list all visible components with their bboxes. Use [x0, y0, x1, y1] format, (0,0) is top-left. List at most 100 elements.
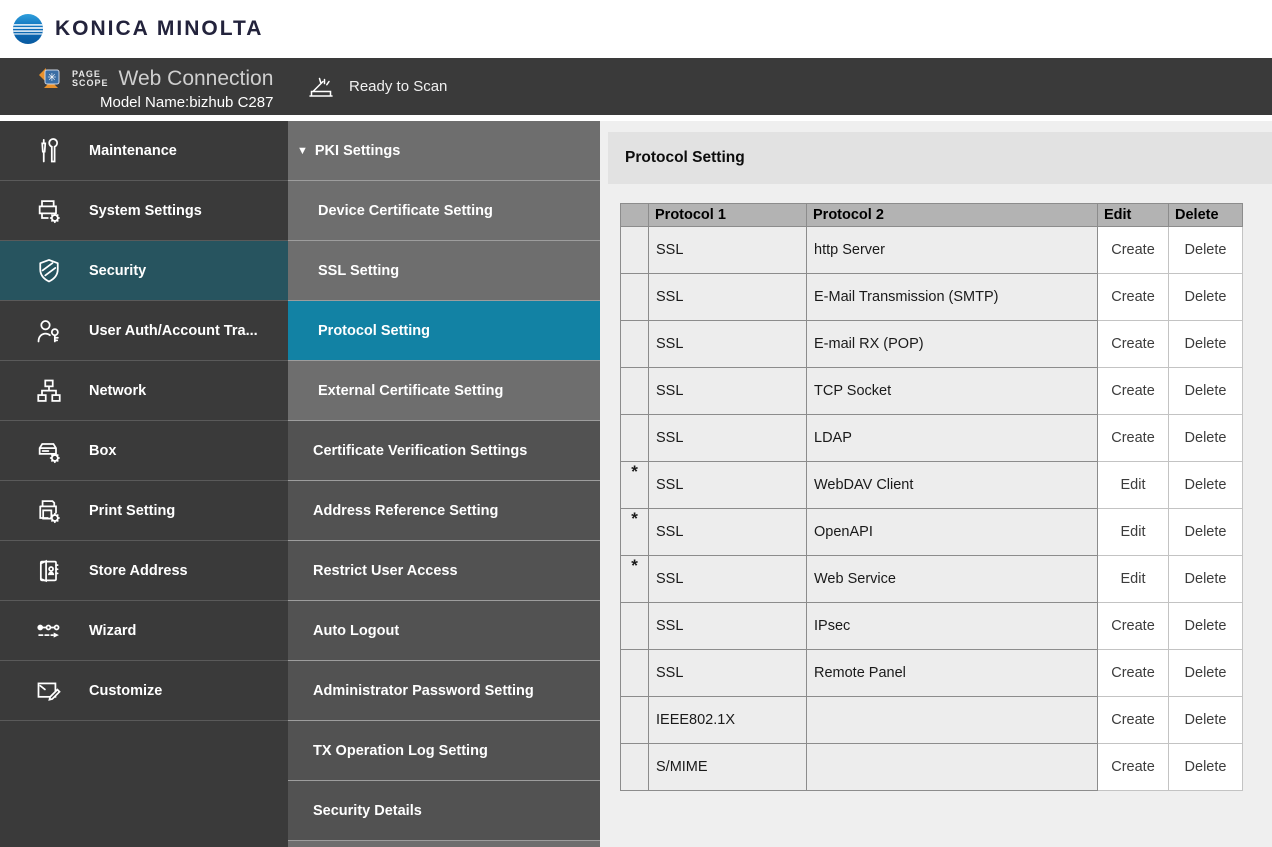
device-status: Ready to Scan	[306, 58, 447, 115]
table-row: * SSL WebDAV Client Edit Delete	[621, 462, 1243, 509]
submenu-item-external-certificate-setting[interactable]: External Certificate Setting	[288, 361, 600, 421]
row-flag: *	[621, 462, 649, 509]
delete-button[interactable]: Delete	[1169, 415, 1243, 462]
protocol1-cell: IEEE802.1X	[649, 697, 807, 744]
row-flag	[621, 368, 649, 415]
protocol2-cell	[807, 697, 1098, 744]
sidebar-item-wizard[interactable]: Wizard	[0, 601, 288, 661]
submenu-item-restrict-user-access[interactable]: Restrict User Access	[288, 541, 600, 601]
create-button[interactable]: Create	[1098, 744, 1169, 791]
delete-button[interactable]: Delete	[1169, 321, 1243, 368]
table-row: SSL LDAP Create Delete	[621, 415, 1243, 462]
submenu-item-label: TX Operation Log Setting	[313, 743, 488, 759]
protocol2-cell: Web Service	[807, 556, 1098, 603]
create-button[interactable]: Create	[1098, 415, 1169, 462]
edit-button[interactable]: Edit	[1098, 556, 1169, 603]
submenu-item-tx-operation-log-setting[interactable]: TX Operation Log Setting	[288, 721, 600, 781]
col-header-edit: Edit	[1098, 204, 1169, 227]
protocol2-cell: E-mail RX (POP)	[807, 321, 1098, 368]
edit-button[interactable]: Edit	[1098, 462, 1169, 509]
delete-button[interactable]: Delete	[1169, 462, 1243, 509]
submenu-item-label: Protocol Setting	[318, 323, 430, 339]
sidebar-item-customize[interactable]: Customize	[0, 661, 288, 721]
delete-button[interactable]: Delete	[1169, 227, 1243, 274]
sidebar-item-system-settings[interactable]: System Settings	[0, 181, 288, 241]
delete-button[interactable]: Delete	[1169, 603, 1243, 650]
sidebar-item-box[interactable]: Box	[0, 421, 288, 481]
submenu-item-label: External Certificate Setting	[318, 383, 503, 399]
protocol1-cell: SSL	[649, 509, 807, 556]
protocol1-cell: SSL	[649, 650, 807, 697]
content-zone: Maintenance System Settings Security	[0, 121, 1272, 847]
submenu-item-device-certificate-setting[interactable]: Device Certificate Setting	[288, 181, 600, 241]
create-button[interactable]: Create	[1098, 274, 1169, 321]
sidebar-item-label: System Settings	[89, 203, 202, 219]
main-panel: Protocol Setting Protocol 1 Protocol 2 E…	[600, 121, 1272, 847]
submenu-item-security-details[interactable]: Security Details	[288, 781, 600, 841]
submenu-item-address-reference-setting[interactable]: Address Reference Setting	[288, 481, 600, 541]
protocol1-cell: SSL	[649, 227, 807, 274]
delete-button[interactable]: Delete	[1169, 509, 1243, 556]
create-button[interactable]: Create	[1098, 697, 1169, 744]
protocol2-cell: IPsec	[807, 603, 1098, 650]
model-name: Model Name:bizhub C287	[100, 94, 273, 111]
protocol1-cell: SSL	[649, 603, 807, 650]
create-button[interactable]: Create	[1098, 603, 1169, 650]
sidebar-item-user-auth[interactable]: User Auth/Account Tra...	[0, 301, 288, 361]
sidebar-item-store-address[interactable]: Store Address	[0, 541, 288, 601]
pagescope-icon: ✳	[36, 64, 66, 94]
row-flag	[621, 321, 649, 368]
sidebar-filler	[0, 721, 288, 847]
table-row: SSL E-Mail Transmission (SMTP) Create De…	[621, 274, 1243, 321]
col-header-delete: Delete	[1169, 204, 1243, 227]
wizard-steps-icon	[33, 617, 65, 645]
protocol1-cell: SSL	[649, 274, 807, 321]
printer-gear-icon	[33, 197, 65, 225]
submenu-item-label: Address Reference Setting	[313, 503, 498, 519]
protocol1-cell: SSL	[649, 368, 807, 415]
delete-button[interactable]: Delete	[1169, 274, 1243, 321]
submenu-item-auto-logout[interactable]: Auto Logout	[288, 601, 600, 661]
sidebar-item-security[interactable]: Security	[0, 241, 288, 301]
create-button[interactable]: Create	[1098, 368, 1169, 415]
col-header-protocol1: Protocol 1	[649, 204, 807, 227]
submenu-item-pki-settings[interactable]: ▼ PKI Settings	[288, 121, 600, 181]
delete-button[interactable]: Delete	[1169, 556, 1243, 603]
create-button[interactable]: Create	[1098, 227, 1169, 274]
sidebar-item-network[interactable]: Network	[0, 361, 288, 421]
box-gear-icon	[33, 437, 65, 465]
sidebar-item-print-setting[interactable]: Print Setting	[0, 481, 288, 541]
pagescope-wordmark: PAGE SCOPE	[72, 70, 109, 88]
edit-button[interactable]: Edit	[1098, 509, 1169, 556]
protocol1-cell: SSL	[649, 415, 807, 462]
delete-button[interactable]: Delete	[1169, 368, 1243, 415]
customize-icon	[33, 677, 65, 705]
protocol2-cell	[807, 744, 1098, 791]
create-button[interactable]: Create	[1098, 321, 1169, 368]
create-button[interactable]: Create	[1098, 650, 1169, 697]
delete-button[interactable]: Delete	[1169, 744, 1243, 791]
protocol1-cell: SSL	[649, 556, 807, 603]
row-flag	[621, 697, 649, 744]
sidebar-item-label: Wizard	[89, 623, 136, 639]
submenu-item-certificate-verification-settings[interactable]: Certificate Verification Settings	[288, 421, 600, 481]
submenu-item-ssl-setting[interactable]: SSL Setting	[288, 241, 600, 301]
chevron-down-icon: ▼	[297, 145, 308, 157]
main-sidebar: Maintenance System Settings Security	[0, 121, 288, 847]
brand-logo-text: KONICA MINOLTA	[55, 17, 263, 41]
submenu-item-label: PKI Settings	[315, 143, 400, 159]
shield-icon	[33, 257, 65, 285]
row-flag: *	[621, 556, 649, 603]
sidebar-item-label: Store Address	[89, 563, 188, 579]
sidebar-item-maintenance[interactable]: Maintenance	[0, 121, 288, 181]
delete-button[interactable]: Delete	[1169, 697, 1243, 744]
scanner-icon	[306, 74, 336, 100]
delete-button[interactable]: Delete	[1169, 650, 1243, 697]
pagescope-line2: SCOPE	[72, 79, 109, 88]
product-title: Web Connection	[119, 67, 274, 91]
submenu-item-administrator-password-setting[interactable]: Administrator Password Setting	[288, 661, 600, 721]
submenu-item-protocol-setting[interactable]: Protocol Setting	[288, 301, 600, 361]
table-row: SSL TCP Socket Create Delete	[621, 368, 1243, 415]
submenu-item-label: SSL Setting	[318, 263, 399, 279]
protocol2-cell: OpenAPI	[807, 509, 1098, 556]
